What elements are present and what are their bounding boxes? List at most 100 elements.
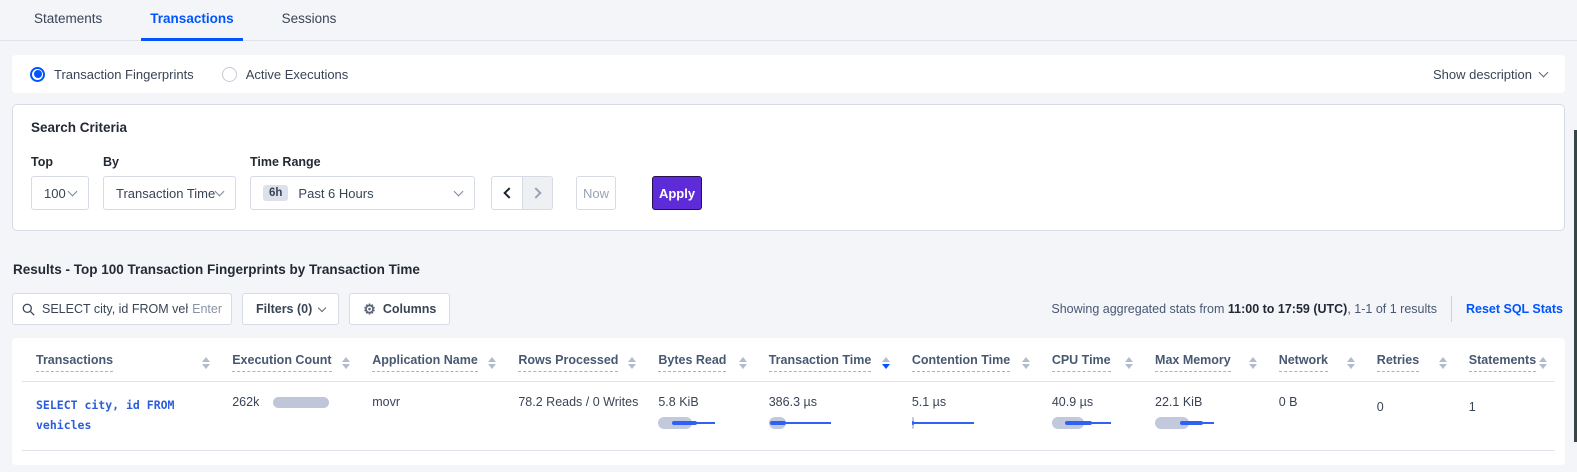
results-controls: Enter Filters (0) ⚙ Columns Showing aggr… xyxy=(12,293,1565,325)
chevron-right-icon xyxy=(530,187,541,198)
fingerprint-search-box[interactable]: Enter xyxy=(12,293,232,325)
radio-active-executions[interactable]: Active Executions xyxy=(222,67,349,82)
col-application-name[interactable]: Application Name xyxy=(372,353,478,372)
col-cpu-time[interactable]: CPU Time xyxy=(1052,353,1111,372)
by-select[interactable]: Transaction Time xyxy=(103,176,236,210)
time-window-nav xyxy=(491,176,553,210)
stats-time-range: 11:00 to 17:59 (UTC) xyxy=(1228,302,1347,316)
sort-icon[interactable] xyxy=(202,357,214,369)
view-toggle-bar: Transaction Fingerprints Active Executio… xyxy=(12,55,1565,93)
table-row: SELECT city, id FROM vehicles 262k movr … xyxy=(22,382,1555,451)
execution-count-bar xyxy=(273,397,329,408)
contention-time-minibar xyxy=(912,417,974,429)
results-table-panel: Transactions Execution Count Application… xyxy=(12,338,1565,465)
transaction-time-value: 386.3 µs xyxy=(769,395,817,409)
by-field: By Transaction Time xyxy=(103,155,236,210)
apply-button[interactable]: Apply xyxy=(652,176,702,210)
time-range-select[interactable]: 6h Past 6 Hours xyxy=(250,176,475,210)
max-memory-value: 22.1 KiB xyxy=(1155,395,1202,409)
col-contention-time[interactable]: Contention Time xyxy=(912,353,1010,372)
radio-unselected-icon xyxy=(222,67,237,82)
show-description-toggle[interactable]: Show description xyxy=(1433,67,1547,82)
chevron-down-icon xyxy=(215,187,225,197)
bytes-read-minibar xyxy=(658,417,720,429)
radio-label: Active Executions xyxy=(246,67,349,82)
aggregated-stats-text: Showing aggregated stats from 11:00 to 1… xyxy=(1051,302,1437,316)
show-description-label: Show description xyxy=(1433,67,1532,82)
execution-count-value: 262k xyxy=(232,395,259,409)
transactions-table: Transactions Execution Count Application… xyxy=(22,338,1555,451)
transaction-time-minibar xyxy=(769,417,831,429)
next-time-window-button[interactable] xyxy=(522,177,552,209)
sort-icon[interactable] xyxy=(342,357,354,369)
search-icon xyxy=(22,303,35,316)
gear-icon: ⚙ xyxy=(363,302,376,316)
top-field: Top 100 xyxy=(31,155,89,210)
col-statements[interactable]: Statements xyxy=(1469,353,1536,372)
time-range-badge: 6h xyxy=(263,185,288,201)
cpu-time-value: 40.9 µs xyxy=(1052,395,1093,409)
radio-selected-icon xyxy=(30,67,45,82)
radio-label: Transaction Fingerprints xyxy=(54,67,194,82)
sort-icon[interactable] xyxy=(739,357,751,369)
radio-transaction-fingerprints[interactable]: Transaction Fingerprints xyxy=(30,67,194,82)
col-execution-count[interactable]: Execution Count xyxy=(232,353,331,372)
col-transaction-time[interactable]: Transaction Time xyxy=(769,353,872,372)
page-tabs: Statements Transactions Sessions xyxy=(0,0,1577,41)
reset-sql-stats-link[interactable]: Reset SQL Stats xyxy=(1466,302,1563,316)
prev-time-window-button[interactable] xyxy=(492,177,522,209)
col-transactions[interactable]: Transactions xyxy=(36,353,113,372)
application-name-value: movr xyxy=(372,395,400,409)
max-memory-minibar xyxy=(1155,417,1217,429)
rows-processed-value: 78.2 Reads / 0 Writes xyxy=(518,395,638,409)
enter-hint: Enter xyxy=(192,302,222,316)
tab-transactions[interactable]: Transactions xyxy=(141,11,242,41)
sort-icon[interactable] xyxy=(1249,357,1261,369)
cpu-time-minibar xyxy=(1052,417,1114,429)
top-label: Top xyxy=(31,155,89,169)
sort-icon[interactable] xyxy=(1539,357,1551,369)
now-button[interactable]: Now xyxy=(576,176,616,210)
columns-label: Columns xyxy=(383,302,436,316)
chevron-left-icon xyxy=(503,187,514,198)
time-range-field: Time Range 6h Past 6 Hours xyxy=(250,155,475,210)
chevron-down-icon xyxy=(318,303,326,311)
top-select[interactable]: 100 xyxy=(31,176,89,210)
search-input[interactable] xyxy=(42,302,188,316)
filters-button[interactable]: Filters (0) xyxy=(242,293,339,325)
col-retries[interactable]: Retries xyxy=(1377,353,1419,372)
time-range-label: Time Range xyxy=(250,155,475,169)
top-value: 100 xyxy=(44,186,66,201)
search-criteria-title: Search Criteria xyxy=(31,120,1546,135)
sort-icon[interactable] xyxy=(1125,357,1137,369)
chevron-down-icon xyxy=(68,187,78,197)
results-heading: Results - Top 100 Transaction Fingerprin… xyxy=(13,262,1577,277)
transaction-fingerprint-link[interactable]: SELECT city, id FROM vehicles xyxy=(36,395,214,435)
by-label: By xyxy=(103,155,236,169)
sort-icon[interactable] xyxy=(1022,357,1034,369)
col-rows-processed[interactable]: Rows Processed xyxy=(518,353,618,372)
search-criteria-panel: Search Criteria Top 100 By Transaction T… xyxy=(12,104,1565,231)
table-header-row: Transactions Execution Count Application… xyxy=(22,338,1555,382)
by-value: Transaction Time xyxy=(116,186,215,201)
col-max-memory[interactable]: Max Memory xyxy=(1155,353,1231,372)
bytes-read-value: 5.8 KiB xyxy=(658,395,698,409)
tab-sessions[interactable]: Sessions xyxy=(273,11,346,41)
vertical-divider xyxy=(1451,296,1452,322)
sort-icon[interactable] xyxy=(1347,357,1359,369)
tab-statements[interactable]: Statements xyxy=(25,11,111,41)
sort-icon-active[interactable] xyxy=(882,357,894,369)
col-network[interactable]: Network xyxy=(1279,353,1328,372)
chevron-down-icon xyxy=(454,187,464,197)
sort-icon[interactable] xyxy=(628,357,640,369)
sort-icon[interactable] xyxy=(1439,357,1451,369)
statements-value: 1 xyxy=(1469,400,1476,414)
retries-value: 0 xyxy=(1377,400,1384,414)
network-value: 0 B xyxy=(1279,395,1298,409)
chevron-down-icon xyxy=(1539,68,1549,78)
sort-icon[interactable] xyxy=(488,357,500,369)
contention-time-value: 5.1 µs xyxy=(912,395,946,409)
columns-button[interactable]: ⚙ Columns xyxy=(349,293,450,325)
col-bytes-read[interactable]: Bytes Read xyxy=(658,353,726,372)
time-range-value: Past 6 Hours xyxy=(298,186,373,201)
